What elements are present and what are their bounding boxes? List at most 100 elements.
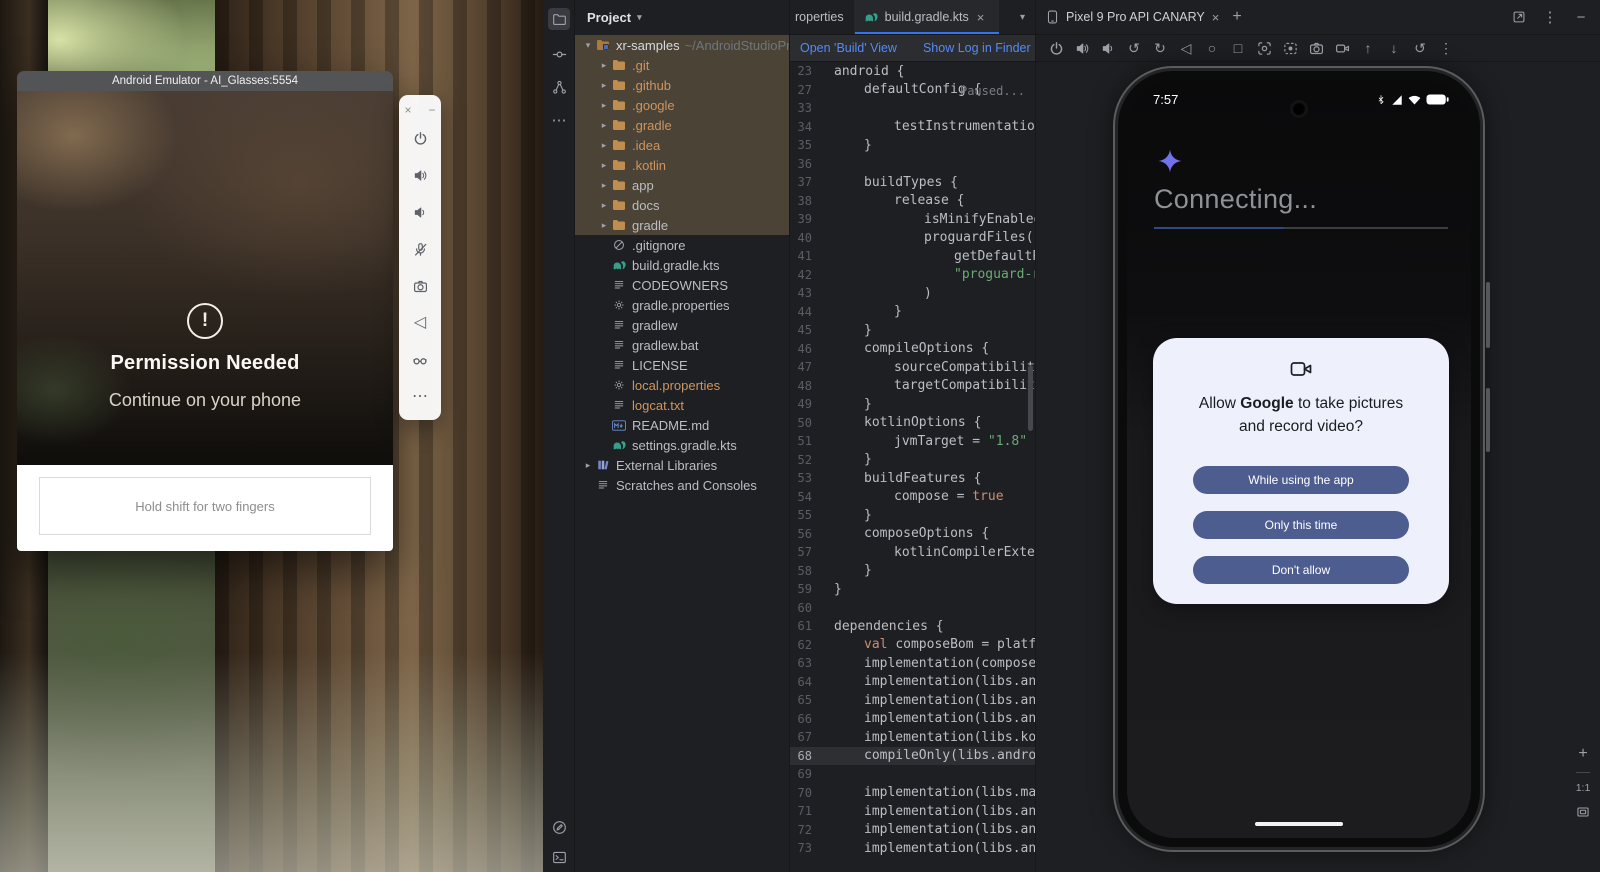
line-number[interactable]: 37 [790, 175, 824, 189]
tree-item-idea[interactable]: ▸.idea [575, 135, 789, 155]
code-line-44[interactable]: 44} [790, 303, 1035, 322]
button-only-this-time[interactable]: Only this time [1193, 511, 1409, 539]
line-number[interactable]: 55 [790, 508, 824, 522]
chevron-right-icon[interactable]: ▸ [581, 460, 595, 471]
tree-item-gradle[interactable]: ▸gradle [575, 215, 789, 235]
tree-item-build-gradle-kts[interactable]: build.gradle.kts [575, 255, 789, 275]
tree-item-gradlew-bat[interactable]: gradlew.bat [575, 335, 789, 355]
pencil-circle-icon[interactable] [550, 818, 568, 836]
line-number[interactable]: 44 [790, 305, 824, 319]
code-line-40[interactable]: 40proguardFiles( [790, 229, 1035, 248]
zoom-level[interactable]: 1:1 [1576, 782, 1591, 794]
code-line-42[interactable]: 42"proguard-ru [790, 266, 1035, 285]
tree-item-google[interactable]: ▸.google [575, 95, 789, 115]
line-number[interactable]: 62 [790, 638, 824, 652]
close-tab-icon[interactable]: × [1212, 10, 1220, 25]
line-number[interactable]: 48 [790, 379, 824, 393]
back-icon[interactable]: ◁ [1176, 39, 1196, 58]
tree-item-readme-md[interactable]: README.md [575, 415, 789, 435]
structure-icon[interactable] [550, 78, 568, 96]
code-line-72[interactable]: 72implementation(libs.andr [790, 821, 1035, 840]
line-number[interactable]: 49 [790, 397, 824, 411]
line-number[interactable]: 63 [790, 656, 824, 670]
minimize-icon[interactable]: − [1572, 8, 1590, 26]
camera-icon[interactable] [1306, 39, 1326, 58]
line-number[interactable]: 47 [790, 360, 824, 374]
code-line-52[interactable]: 52} [790, 451, 1035, 470]
tree-item-app[interactable]: ▸app [575, 175, 789, 195]
tree-item-xr-samples[interactable]: ▾xr-samples~/AndroidStudioProj [575, 35, 789, 55]
button-don-t-allow[interactable]: Don't allow [1193, 556, 1409, 584]
code-line-34[interactable]: 34testInstrumentationR [790, 118, 1035, 137]
more-v-icon[interactable]: ⋮ [1436, 39, 1456, 58]
close-icon[interactable]: × [401, 103, 415, 117]
line-number[interactable]: 38 [790, 194, 824, 208]
screen-record-icon[interactable] [1280, 39, 1300, 58]
line-number[interactable]: 67 [790, 730, 824, 744]
more-h-icon[interactable]: ⋯ [550, 111, 568, 129]
power-icon[interactable] [1046, 39, 1066, 58]
volume-down-icon[interactable] [1098, 39, 1118, 58]
line-number[interactable]: 40 [790, 231, 824, 245]
line-number[interactable]: 57 [790, 545, 824, 559]
line-number[interactable]: 71 [790, 804, 824, 818]
line-number[interactable]: 50 [790, 416, 824, 430]
video-icon[interactable] [1332, 39, 1352, 58]
upload-icon[interactable]: ↑ [1358, 39, 1378, 58]
code-line-41[interactable]: 41getDefaultPr [790, 247, 1035, 266]
restore-icon[interactable]: ↺ [1410, 39, 1430, 58]
open-window-icon[interactable] [1510, 8, 1528, 26]
smart-glasses-icon[interactable] [411, 351, 429, 369]
line-number[interactable]: 66 [790, 712, 824, 726]
line-number[interactable]: 35 [790, 138, 824, 152]
tree-item-docs[interactable]: ▸docs [575, 195, 789, 215]
tree-item-github[interactable]: ▸.github [575, 75, 789, 95]
tree-item-scratches-and-consoles[interactable]: Scratches and Consoles [575, 475, 789, 495]
code-line-58[interactable]: 58} [790, 562, 1035, 581]
tree-item-gitignore[interactable]: .gitignore [575, 235, 789, 255]
code-editor[interactable]: Paused... 23android {27defaultConfig {33… [790, 62, 1035, 872]
add-device-tab-icon[interactable]: + [1232, 8, 1241, 26]
chevron-right-icon[interactable]: ▸ [597, 200, 611, 211]
chevron-right-icon[interactable]: ▸ [597, 140, 611, 151]
line-number[interactable]: 33 [790, 101, 824, 115]
chevron-right-icon[interactable]: ▸ [597, 180, 611, 191]
tree-item-logcat-txt[interactable]: logcat.txt [575, 395, 789, 415]
code-line-63[interactable]: 63implementation(composeBo [790, 654, 1035, 673]
code-line-64[interactable]: 64implementation(libs.andr [790, 673, 1035, 692]
tree-item-gradlew[interactable]: gradlew [575, 315, 789, 335]
chevron-right-icon[interactable]: ▸ [597, 220, 611, 231]
tree-item-kotlin[interactable]: ▸.kotlin [575, 155, 789, 175]
line-number[interactable]: 27 [790, 83, 824, 97]
close-tab-icon[interactable]: × [977, 10, 989, 25]
home-icon[interactable]: ○ [1202, 39, 1222, 58]
button-while-using-the-app[interactable]: While using the app [1193, 466, 1409, 494]
commit-icon[interactable] [550, 45, 568, 63]
code-line-54[interactable]: 54compose = true [790, 488, 1035, 507]
fit-screen-icon[interactable] [1574, 803, 1592, 821]
line-number[interactable]: 52 [790, 453, 824, 467]
download-icon[interactable]: ↓ [1384, 39, 1404, 58]
code-line-68[interactable]: 68compileOnly(libs.android [790, 747, 1035, 766]
code-line-37[interactable]: 37buildTypes { [790, 173, 1035, 192]
line-number[interactable]: 69 [790, 767, 824, 781]
code-line-60[interactable]: 60 [790, 599, 1035, 618]
chevron-right-icon[interactable]: ▸ [597, 120, 611, 131]
line-number[interactable]: 34 [790, 120, 824, 134]
tree-item-gradle[interactable]: ▸.gradle [575, 115, 789, 135]
line-number[interactable]: 42 [790, 268, 824, 282]
code-line-69[interactable]: 69 [790, 765, 1035, 784]
code-line-47[interactable]: 47sourceCompatibility [790, 358, 1035, 377]
minimize-icon[interactable]: − [425, 103, 439, 117]
editor-scrollbar[interactable] [1028, 365, 1033, 431]
code-line-46[interactable]: 46compileOptions { [790, 340, 1035, 359]
line-number[interactable]: 72 [790, 823, 824, 837]
screenshot-icon[interactable] [1254, 39, 1274, 58]
code-line-66[interactable]: 66implementation(libs.andr [790, 710, 1035, 729]
volume-up-icon[interactable] [411, 166, 429, 184]
project-panel-header[interactable]: Project ▾ [575, 0, 789, 35]
line-number[interactable]: 53 [790, 471, 824, 485]
terminal-icon[interactable] [550, 848, 568, 866]
code-line-38[interactable]: 38release { [790, 192, 1035, 211]
code-line-53[interactable]: 53buildFeatures { [790, 469, 1035, 488]
